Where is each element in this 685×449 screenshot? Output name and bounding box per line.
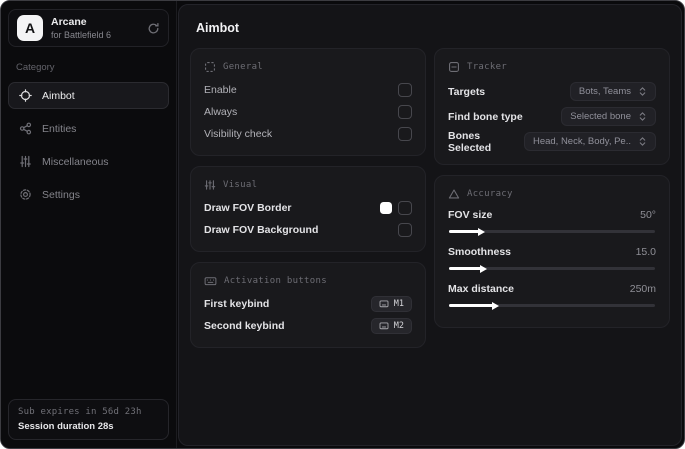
find-bone-type-select[interactable]: Selected bone xyxy=(561,107,656,126)
setting-row-fov-size: FOV size 50° xyxy=(448,206,656,236)
sidebar-item-label: Aimbot xyxy=(42,89,75,102)
smoothness-value: 15.0 xyxy=(635,246,656,258)
visual-icon xyxy=(204,179,216,191)
draw-fov-border-checkbox[interactable] xyxy=(398,201,412,215)
sidebar-item-label: Settings xyxy=(42,188,80,201)
subscription-info: Sub expires in 56d 23h Session duration … xyxy=(8,399,169,440)
key-icon xyxy=(379,322,389,330)
card-title: Activation buttons xyxy=(224,276,327,286)
setting-row-draw-fov-background: Draw FOV Background xyxy=(204,219,412,241)
fov-border-color-swatch[interactable] xyxy=(380,202,392,214)
setting-row-bones-selected: Bones Selected Head, Neck, Body, Pe.. xyxy=(448,129,656,154)
sub-expires-text: Sub expires in 56d 23h xyxy=(18,407,142,417)
setting-row-max-distance: Max distance 250m xyxy=(448,280,656,310)
entities-icon xyxy=(19,122,32,135)
crosshair-icon xyxy=(19,89,32,102)
app-name: Arcane xyxy=(51,16,87,28)
general-icon xyxy=(204,61,216,73)
chevron-up-down-icon xyxy=(638,111,647,122)
sidebar-item-aimbot[interactable]: Aimbot xyxy=(8,82,169,109)
visibility-check-checkbox[interactable] xyxy=(398,127,412,141)
triangle-icon xyxy=(448,188,460,200)
slider-thumb[interactable] xyxy=(477,227,485,236)
sliders-icon xyxy=(19,155,32,168)
keyboard-icon xyxy=(204,275,217,287)
key-icon xyxy=(379,300,389,308)
chevron-up-down-icon xyxy=(638,86,647,97)
sidebar-item-label: Miscellaneous xyxy=(42,155,109,168)
card-title: Tracker xyxy=(467,62,508,72)
session-duration-text: Session duration 28s xyxy=(18,421,114,432)
page-title: Aimbot xyxy=(196,21,240,35)
setting-row-always: Always xyxy=(204,101,412,123)
sidebar: A Arcane for Battlefield 6 Category Aimb… xyxy=(1,1,177,448)
category-label: Category xyxy=(16,62,55,73)
gear-icon xyxy=(19,188,32,201)
tracker-card: Tracker Targets Bots, Teams Find bone ty… xyxy=(434,48,670,165)
max-distance-slider[interactable] xyxy=(449,301,655,310)
slider-thumb[interactable] xyxy=(479,264,487,273)
slider-thumb[interactable] xyxy=(492,301,500,310)
app-window: A Arcane for Battlefield 6 Category Aimb… xyxy=(0,0,685,449)
smoothness-slider[interactable] xyxy=(449,264,655,273)
card-title: Visual xyxy=(223,180,258,190)
setting-row-second-keybind: Second keybind M2 xyxy=(204,315,412,337)
bones-selected-select[interactable]: Head, Neck, Body, Pe.. xyxy=(523,132,656,151)
general-card: General Enable Always Visibility check xyxy=(190,48,426,156)
refresh-icon[interactable] xyxy=(147,22,160,35)
setting-row-smoothness: Smoothness 15.0 xyxy=(448,243,656,273)
enable-checkbox[interactable] xyxy=(398,83,412,97)
sidebar-item-miscellaneous[interactable]: Miscellaneous xyxy=(8,148,169,175)
card-title: General xyxy=(223,62,264,72)
second-keybind-button[interactable]: M2 xyxy=(370,318,412,334)
card-title: Accuracy xyxy=(467,189,513,199)
max-distance-value: 250m xyxy=(629,283,656,295)
accuracy-card: Accuracy FOV size 50° Smoothness 15.0 Ma… xyxy=(434,175,670,328)
setting-row-visibility-check: Visibility check xyxy=(204,123,412,145)
app-logo: A xyxy=(17,15,43,41)
chevron-up-down-icon xyxy=(638,136,647,147)
first-keybind-button[interactable]: M1 xyxy=(370,296,412,312)
main-panel: Aimbot General Enable Always Visibility … xyxy=(178,4,682,446)
tracker-icon xyxy=(448,61,460,73)
setting-row-first-keybind: First keybind M1 xyxy=(204,293,412,315)
always-checkbox[interactable] xyxy=(398,105,412,119)
setting-row-targets: Targets Bots, Teams xyxy=(448,79,656,104)
main-area: Aimbot General Enable Always Visibility … xyxy=(177,1,684,448)
fov-size-slider[interactable] xyxy=(449,227,655,236)
setting-row-find-bone-type: Find bone type Selected bone xyxy=(448,104,656,129)
sidebar-item-entities[interactable]: Entities xyxy=(8,115,169,142)
fov-size-value: 50° xyxy=(640,209,656,221)
setting-row-draw-fov-border: Draw FOV Border xyxy=(204,197,412,219)
app-subtitle: for Battlefield 6 xyxy=(51,30,112,40)
targets-select[interactable]: Bots, Teams xyxy=(569,82,656,101)
sidebar-header: A Arcane for Battlefield 6 xyxy=(8,9,169,47)
visual-card: Visual Draw FOV Border Draw FOV Backgrou… xyxy=(190,166,426,252)
activation-buttons-card: Activation buttons First keybind M1 Seco… xyxy=(190,262,426,348)
sidebar-item-settings[interactable]: Settings xyxy=(8,181,169,208)
setting-row-enable: Enable xyxy=(204,79,412,101)
draw-fov-background-checkbox[interactable] xyxy=(398,223,412,237)
sidebar-item-label: Entities xyxy=(42,122,77,135)
